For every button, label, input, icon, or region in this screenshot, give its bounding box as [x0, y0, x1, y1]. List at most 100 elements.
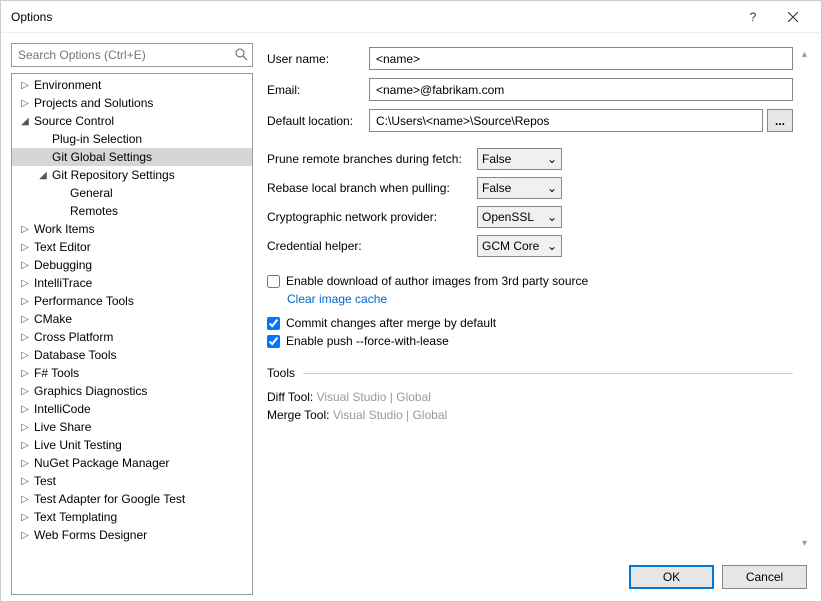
collapsed-icon[interactable]: ▷ — [18, 404, 32, 415]
collapsed-icon[interactable]: ▷ — [18, 422, 32, 433]
tree-item-label: CMake — [34, 312, 72, 326]
tree-item[interactable]: ▷Live Share — [12, 418, 252, 436]
diff-vs[interactable]: Visual Studio — [317, 390, 387, 404]
tree-item[interactable]: ▷NuGet Package Manager — [12, 454, 252, 472]
search-input[interactable] — [16, 47, 234, 63]
rebase-combo[interactable]: False⌄ — [477, 177, 562, 199]
collapsed-icon[interactable]: ▷ — [18, 386, 32, 397]
cred-value: GCM Core — [482, 239, 539, 253]
prune-label: Prune remote branches during fetch: — [267, 152, 477, 166]
collapsed-icon[interactable]: ▷ — [18, 242, 32, 253]
divider — [303, 373, 793, 374]
tree-item[interactable]: ▷Live Unit Testing — [12, 436, 252, 454]
tree-item[interactable]: ▷Text Editor — [12, 238, 252, 256]
chevron-down-icon: ⌄ — [547, 239, 557, 253]
collapsed-icon[interactable]: ▷ — [18, 98, 32, 109]
tree-item-label: Plug-in Selection — [52, 132, 142, 146]
cred-combo[interactable]: GCM Core ⌄ — [477, 235, 562, 257]
scroll-down-icon[interactable]: ▾ — [802, 538, 807, 549]
collapsed-icon[interactable]: ▷ — [18, 368, 32, 379]
tree-item[interactable]: ◢Source Control — [12, 112, 252, 130]
diff-label: Diff Tool: — [267, 390, 313, 404]
tree-item[interactable]: ▷CMake — [12, 310, 252, 328]
username-input[interactable] — [369, 47, 793, 70]
collapsed-icon[interactable]: ▷ — [18, 476, 32, 487]
merge-vs[interactable]: Visual Studio — [333, 408, 403, 422]
tree-item[interactable]: ▷Test Adapter for Google Test — [12, 490, 252, 508]
merge-label: Merge Tool: — [267, 408, 329, 422]
nav-tree-list[interactable]: ▷Environment▷Projects and Solutions◢Sour… — [12, 74, 252, 594]
tree-item[interactable]: ▷Git Global Settings — [12, 148, 252, 166]
collapsed-icon[interactable]: ▷ — [18, 260, 32, 271]
diff-global[interactable]: Global — [396, 390, 431, 404]
tree-item[interactable]: ▷Cross Platform — [12, 328, 252, 346]
tree-item-label: Cross Platform — [34, 330, 113, 344]
tree-item[interactable]: ▷Graphics Diagnostics — [12, 382, 252, 400]
collapsed-icon[interactable]: ▷ — [18, 494, 32, 505]
crypto-combo[interactable]: OpenSSL⌄ — [477, 206, 562, 228]
tree-item[interactable]: ▷General — [12, 184, 252, 202]
tree-item-label: General — [70, 186, 113, 200]
tree-item-label: IntelliTrace — [34, 276, 92, 290]
tree-item[interactable]: ▷Plug-in Selection — [12, 130, 252, 148]
tree-item[interactable]: ▷Text Templating — [12, 508, 252, 526]
tree-item-label: Git Global Settings — [52, 150, 152, 164]
prune-combo[interactable]: False⌄ — [477, 148, 562, 170]
tree-item[interactable]: ▷IntelliTrace — [12, 274, 252, 292]
tree-item[interactable]: ▷Work Items — [12, 220, 252, 238]
collapsed-icon[interactable]: ▷ — [18, 80, 32, 91]
collapsed-icon[interactable]: ▷ — [18, 350, 32, 361]
clear-cache-link[interactable]: Clear image cache — [287, 292, 387, 306]
forcelease-checkbox[interactable] — [267, 335, 280, 348]
tree-item-label: Debugging — [34, 258, 92, 272]
tree-item[interactable]: ▷Environment — [12, 76, 252, 94]
tree-item[interactable]: ▷Test — [12, 472, 252, 490]
collapsed-icon[interactable]: ▷ — [18, 332, 32, 343]
tree-item[interactable]: ▷Remotes — [12, 202, 252, 220]
tree-item-label: Source Control — [34, 114, 114, 128]
tree-item-label: Graphics Diagnostics — [34, 384, 147, 398]
settings-panel: ▴ User name: Email: Default location: ..… — [267, 43, 811, 595]
scroll-up-icon[interactable]: ▴ — [802, 49, 807, 60]
merge-global[interactable]: Global — [412, 408, 447, 422]
collapsed-icon[interactable]: ▷ — [18, 296, 32, 307]
location-label: Default location: — [267, 114, 369, 128]
cancel-button[interactable]: Cancel — [722, 565, 807, 589]
tools-heading: Tools — [267, 366, 295, 380]
collapsed-icon[interactable]: ▷ — [18, 224, 32, 235]
tree-item[interactable]: ▷Web Forms Designer — [12, 526, 252, 544]
collapsed-icon[interactable]: ▷ — [18, 314, 32, 325]
tree-item[interactable]: ◢Git Repository Settings — [12, 166, 252, 184]
authorimg-checkbox[interactable] — [267, 275, 280, 288]
collapsed-icon[interactable]: ▷ — [18, 440, 32, 451]
sep: | — [406, 408, 409, 422]
email-input[interactable] — [369, 78, 793, 101]
commitmerge-checkbox[interactable] — [267, 317, 280, 330]
tree-item[interactable]: ▷IntelliCode — [12, 400, 252, 418]
tree-item[interactable]: ▷Performance Tools — [12, 292, 252, 310]
sep: | — [390, 390, 393, 404]
browse-button[interactable]: ... — [767, 109, 793, 132]
tree-item[interactable]: ▷Projects and Solutions — [12, 94, 252, 112]
tree-item-label: Live Unit Testing — [34, 438, 122, 452]
search-box[interactable] — [11, 43, 253, 67]
nav-tree: ▷Environment▷Projects and Solutions◢Sour… — [11, 73, 253, 595]
help-button[interactable]: ? — [733, 1, 773, 33]
tree-item[interactable]: ▷F# Tools — [12, 364, 252, 382]
tree-item-label: Git Repository Settings — [52, 168, 175, 182]
tree-item-label: Database Tools — [34, 348, 117, 362]
expanded-icon[interactable]: ◢ — [36, 170, 50, 181]
collapsed-icon[interactable]: ▷ — [18, 530, 32, 541]
collapsed-icon[interactable]: ▷ — [18, 278, 32, 289]
tree-item-label: Test — [34, 474, 56, 488]
expanded-icon[interactable]: ◢ — [18, 116, 32, 127]
location-input[interactable] — [369, 109, 763, 132]
close-button[interactable] — [773, 1, 813, 33]
tree-item[interactable]: ▷Database Tools — [12, 346, 252, 364]
collapsed-icon[interactable]: ▷ — [18, 512, 32, 523]
ok-button[interactable]: OK — [629, 565, 714, 589]
forcelease-label: Enable push --force-with-lease — [286, 334, 449, 348]
tree-item[interactable]: ▷Debugging — [12, 256, 252, 274]
collapsed-icon[interactable]: ▷ — [18, 458, 32, 469]
email-label: Email: — [267, 83, 369, 97]
